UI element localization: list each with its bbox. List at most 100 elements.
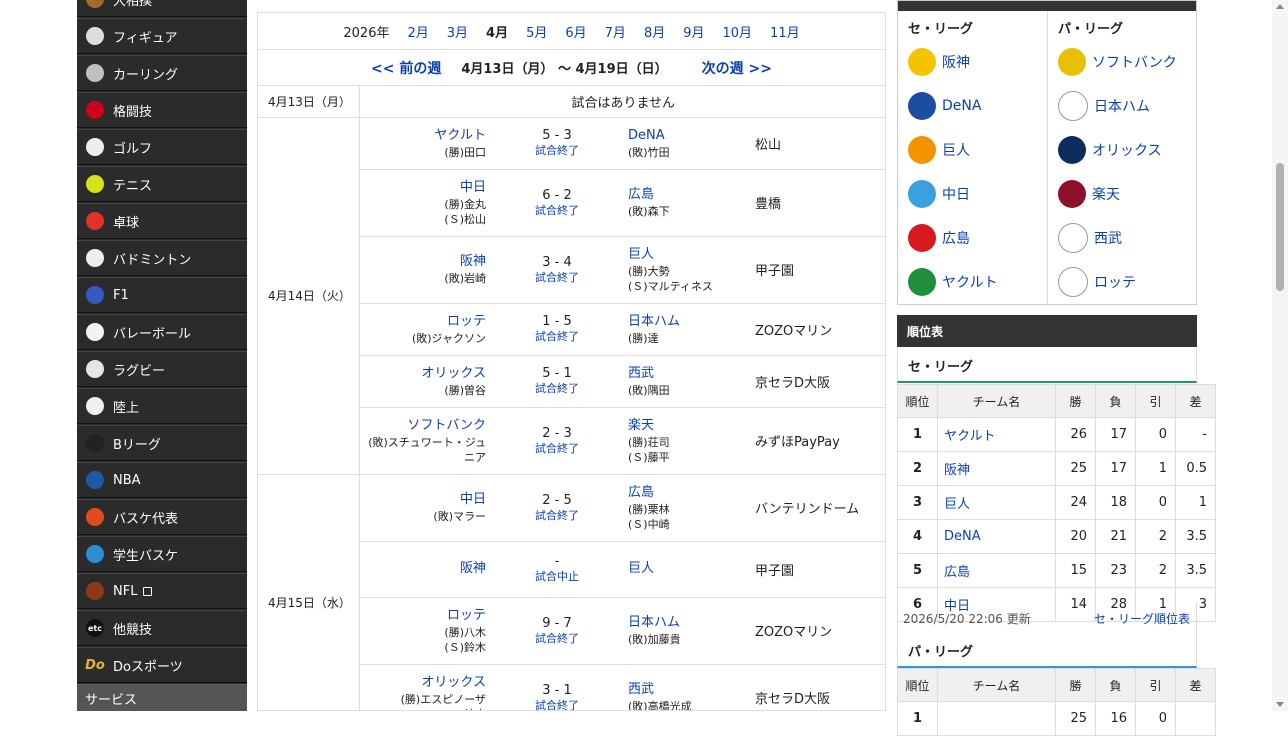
month-link[interactable]: 6月 bbox=[565, 22, 586, 41]
game-status-link[interactable]: 試合終了 bbox=[491, 382, 623, 396]
month-link[interactable]: 3月 bbox=[447, 22, 468, 41]
away-team-link[interactable]: 日本ハム bbox=[628, 614, 755, 632]
standings-value: 16 bbox=[1095, 701, 1136, 736]
away-team-link[interactable]: 西武 bbox=[628, 681, 755, 699]
team-name-link[interactable]: オリックス bbox=[1092, 140, 1162, 160]
game-venue: 松山 bbox=[755, 117, 885, 170]
game-status-link[interactable]: 試合終了 bbox=[491, 204, 623, 218]
month-link[interactable]: 8月 bbox=[644, 22, 665, 41]
game-status-link[interactable]: 試合終了 bbox=[491, 509, 623, 523]
team-item[interactable]: 巨人 bbox=[898, 128, 1047, 172]
team-name-link[interactable]: 楽天 bbox=[1092, 184, 1120, 204]
sidebar-item[interactable]: フィギュア bbox=[77, 18, 247, 54]
team-item[interactable]: 阪神 bbox=[898, 40, 1047, 84]
home-team-link[interactable]: ロッテ bbox=[360, 607, 486, 625]
away-team-link[interactable]: 楽天 bbox=[628, 417, 755, 435]
team-item[interactable]: 広島 bbox=[898, 216, 1047, 260]
team-item[interactable]: ロッテ bbox=[1048, 260, 1196, 304]
sidebar-item[interactable]: バレーボール bbox=[77, 314, 247, 350]
sidebar-item[interactable]: 陸上 bbox=[77, 388, 247, 424]
home-team-link[interactable]: ソフトバンク bbox=[360, 417, 486, 435]
home-team-link[interactable]: 阪神 bbox=[360, 253, 486, 271]
sidebar-item[interactable]: NFL bbox=[77, 573, 247, 609]
team-item[interactable]: 楽天 bbox=[1048, 172, 1196, 216]
team-item[interactable]: 中日 bbox=[898, 172, 1047, 216]
standings-updated-time: 2026/5/20 22:06 更新 bbox=[903, 611, 1031, 626]
sidebar-item[interactable]: バスケ代表 bbox=[77, 499, 247, 535]
standings-header-cell: 順位 bbox=[897, 384, 938, 418]
away-team-link[interactable]: DeNA bbox=[628, 127, 755, 145]
sidebar-item[interactable]: 格闘技 bbox=[77, 92, 247, 128]
scroll-up-arrow-icon[interactable] bbox=[1276, 4, 1284, 9]
sidebar-item[interactable]: 学生バスケ bbox=[77, 536, 247, 572]
team-name-link[interactable]: 中日 bbox=[942, 184, 970, 204]
sidebar-item[interactable]: 大相撲 bbox=[77, 0, 247, 17]
away-team-link[interactable]: 広島 bbox=[628, 186, 755, 204]
game-status-link[interactable]: 試合終了 bbox=[491, 632, 623, 646]
game-status-link[interactable]: 試合終了 bbox=[491, 442, 623, 456]
away-team-link[interactable]: 西武 bbox=[628, 365, 755, 383]
month-link[interactable]: 7月 bbox=[605, 22, 626, 41]
team-name-link[interactable]: ヤクルト bbox=[942, 272, 998, 292]
away-team-link[interactable]: 巨人 bbox=[628, 246, 755, 264]
central-standings-link[interactable]: セ・リーグ順位表 bbox=[1094, 610, 1190, 627]
team-item[interactable]: DeNA bbox=[898, 84, 1047, 128]
page-scrollbar[interactable] bbox=[1272, 0, 1288, 711]
next-week-link[interactable]: 次の週 >> bbox=[702, 58, 772, 78]
month-link[interactable]: 2月 bbox=[407, 22, 428, 41]
sidebar-item[interactable]: F1 bbox=[77, 277, 247, 313]
team-item[interactable]: ヤクルト bbox=[898, 260, 1047, 304]
team-name-link[interactable]: 西武 bbox=[1094, 228, 1122, 248]
sidebar-item[interactable]: ゴルフ bbox=[77, 129, 247, 165]
standings-team-link[interactable]: DeNA bbox=[937, 519, 1056, 554]
sidebar-item[interactable]: Bリーグ bbox=[77, 425, 247, 461]
away-team-link[interactable]: 巨人 bbox=[628, 560, 755, 578]
sidebar-item[interactable]: NBA bbox=[77, 462, 247, 498]
sidebar-item[interactable]: etc 他競技 bbox=[77, 610, 247, 646]
away-team-link[interactable]: 日本ハム bbox=[628, 313, 755, 331]
standings-team-link[interactable]: 阪神 bbox=[937, 451, 1056, 486]
away-team-link[interactable]: 広島 bbox=[628, 484, 755, 502]
sidebar-item[interactable]: Do Doスポーツ bbox=[77, 647, 247, 683]
home-team-link[interactable]: 阪神 bbox=[360, 560, 486, 578]
home-team-link[interactable]: 中日 bbox=[360, 491, 486, 509]
home-team-link[interactable]: ロッテ bbox=[360, 313, 486, 331]
scrollbar-thumb[interactable] bbox=[1276, 163, 1284, 291]
game-status-link[interactable]: 試合終了 bbox=[491, 144, 623, 158]
month-link[interactable]: 9月 bbox=[683, 22, 704, 41]
team-item[interactable]: ソフトバンク bbox=[1048, 40, 1196, 84]
team-name-link[interactable]: 日本ハム bbox=[1094, 96, 1150, 116]
team-item[interactable]: 日本ハム bbox=[1048, 84, 1196, 128]
team-name-link[interactable]: ソフトバンク bbox=[1092, 52, 1177, 72]
standings-team-link[interactable]: 巨人 bbox=[937, 485, 1056, 520]
game-status-link[interactable]: 試合終了 bbox=[491, 699, 623, 711]
month-link[interactable]: 10月 bbox=[723, 22, 753, 41]
team-item[interactable]: 西武 bbox=[1048, 216, 1196, 260]
home-team-link[interactable]: オリックス bbox=[360, 365, 486, 383]
sidebar-item[interactable]: ラグビー bbox=[77, 351, 247, 387]
game-status-link[interactable]: 試合終了 bbox=[491, 271, 623, 285]
home-team-link[interactable]: 中日 bbox=[360, 179, 486, 197]
standings-team-link[interactable]: ヤクルト bbox=[937, 417, 1056, 452]
month-link[interactable]: 5月 bbox=[526, 22, 547, 41]
away-pitcher: (勝)大勢 bbox=[628, 264, 670, 278]
sidebar-item[interactable]: 卓球 bbox=[77, 203, 247, 239]
standings-team-link[interactable] bbox=[937, 701, 1056, 736]
team-name-link[interactable]: 巨人 bbox=[942, 140, 970, 160]
team-name-link[interactable]: ロッテ bbox=[1094, 272, 1136, 292]
standings-team-link[interactable]: 広島 bbox=[937, 553, 1056, 588]
sidebar-item[interactable]: テニス bbox=[77, 166, 247, 202]
team-item[interactable]: オリックス bbox=[1048, 128, 1196, 172]
team-name-link[interactable]: 阪神 bbox=[942, 52, 970, 72]
prev-week-link[interactable]: << 前の週 bbox=[371, 58, 441, 78]
month-link[interactable]: 11月 bbox=[770, 22, 800, 41]
team-name-link[interactable]: 広島 bbox=[942, 228, 970, 248]
scroll-down-arrow-icon[interactable] bbox=[1276, 702, 1284, 707]
team-name-link[interactable]: DeNA bbox=[942, 98, 981, 114]
sidebar-item[interactable]: バドミントン bbox=[77, 240, 247, 276]
home-team-link[interactable]: ヤクルト bbox=[360, 127, 486, 145]
home-team-link[interactable]: オリックス bbox=[360, 674, 486, 692]
game-status-link[interactable]: 試合中止 bbox=[491, 570, 623, 584]
sidebar-item[interactable]: カーリング bbox=[77, 55, 247, 91]
game-status-link[interactable]: 試合終了 bbox=[491, 330, 623, 344]
